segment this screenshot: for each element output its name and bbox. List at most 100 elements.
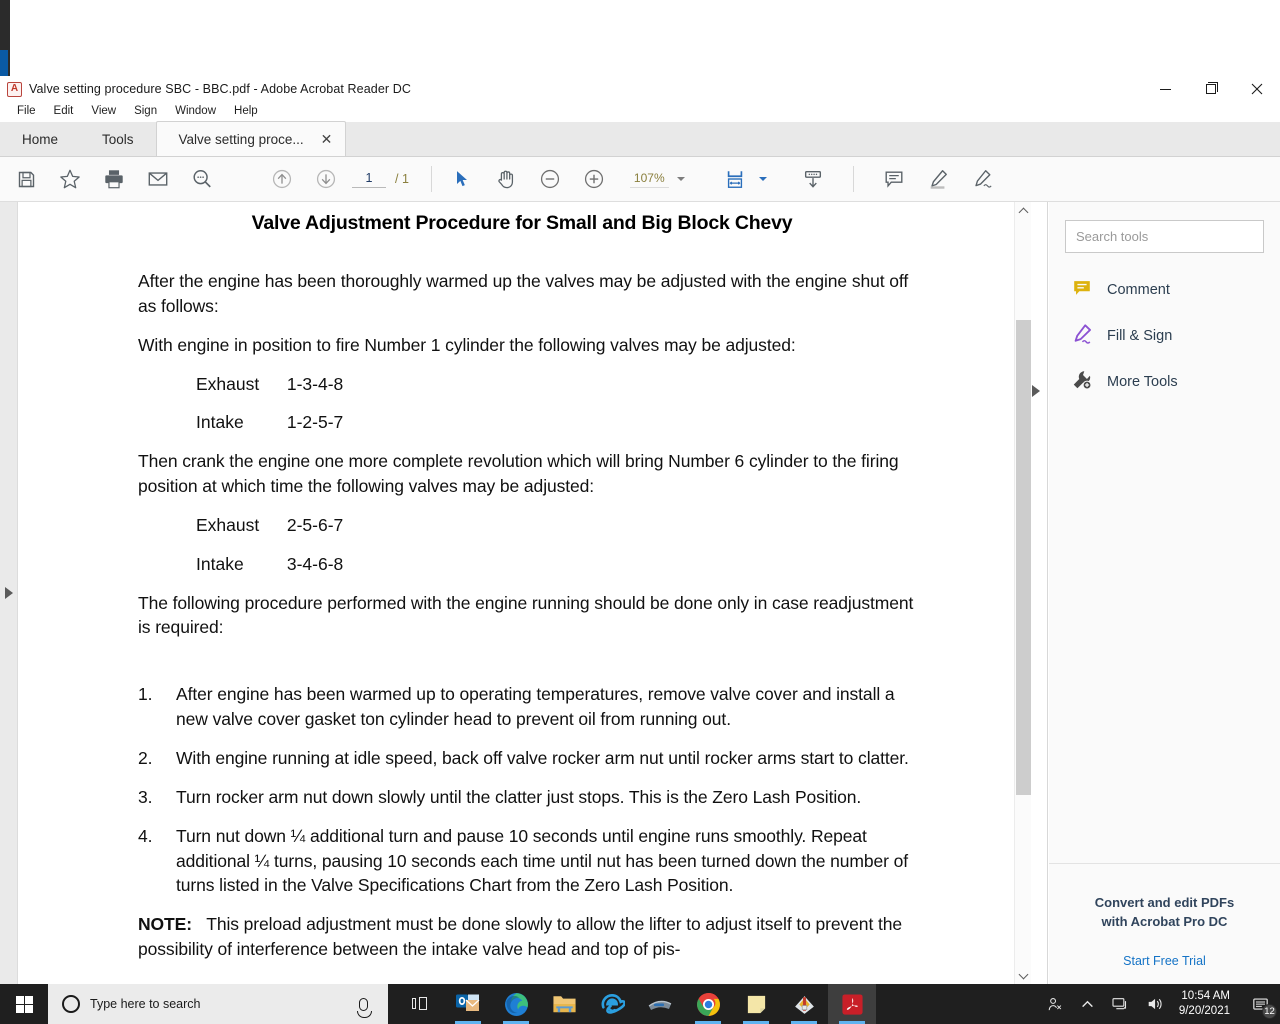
tools-item-label: Comment (1107, 282, 1170, 298)
tab-close-icon[interactable]: ✕ (318, 132, 336, 146)
tools-item-fill-and-sign[interactable]: Fill & Sign (1049, 313, 1280, 359)
menu-help[interactable]: Help (225, 104, 267, 120)
valve-label: Exhaust (196, 514, 260, 535)
start-button[interactable] (0, 984, 48, 1024)
show-hidden-icons-button[interactable] (1072, 984, 1103, 1024)
list-item: 4. Turn nut down ¼ additional turn and p… (138, 824, 914, 899)
taskbar-app-winzip[interactable] (780, 984, 828, 1024)
scanner-icon (648, 1000, 672, 1010)
add-to-favorites-button[interactable] (48, 157, 92, 201)
signature-icon (974, 170, 992, 188)
valve-label: Intake (196, 412, 244, 433)
notification-center-button[interactable]: 12 (1240, 984, 1280, 1024)
highlight-tool-button[interactable] (916, 157, 960, 201)
tab-strip: Home Tools Valve setting proce... ✕ (0, 121, 1280, 157)
taskbar-app-sticky-notes[interactable] (732, 984, 780, 1024)
main-toolbar: 1 / 1 107% (0, 157, 1280, 202)
print-button[interactable] (92, 157, 136, 201)
taskbar-app-outlook[interactable] (444, 984, 492, 1024)
valve-row: Exhaust 2-5-6-7 (138, 513, 914, 538)
people-icon (1048, 997, 1062, 1010)
scrollbar-thumb[interactable] (1016, 320, 1031, 795)
taskbar-app-scanner[interactable] (636, 984, 684, 1024)
fill-and-sign-tool-button[interactable] (960, 157, 1004, 201)
next-page-button[interactable] (304, 157, 348, 201)
print-icon (105, 170, 123, 189)
document-paragraph: After the engine has been thoroughly war… (138, 271, 909, 316)
document-paragraph: With engine in position to fire Number 1… (138, 334, 796, 355)
valve-value: 1-3-4-8 (286, 373, 344, 394)
tab-tools[interactable]: Tools (80, 122, 156, 156)
taskbar-app-microsoft-edge[interactable] (492, 984, 540, 1024)
highlighter-icon (930, 170, 947, 189)
windows-logo-icon (15, 995, 33, 1013)
list-item-number: 3. (138, 786, 153, 807)
valve-label: Intake (196, 553, 244, 574)
menu-window[interactable]: Window (166, 104, 225, 120)
select-tool-button[interactable] (440, 157, 484, 201)
microphone-icon[interactable] (357, 997, 372, 1018)
volume-button[interactable] (1138, 984, 1173, 1024)
maximize-restore-button[interactable] (1188, 76, 1234, 102)
windows-taskbar: Type here to search 10:54 AM 9/20/2021 1… (0, 984, 1280, 1024)
list-item-text: After engine has been warmed up to opera… (176, 684, 895, 730)
procedure-list: 1. After engine has been warmed up to op… (138, 682, 914, 898)
tab-document[interactable]: Valve setting proce... ✕ (155, 121, 347, 156)
scroll-down-button[interactable] (1015, 967, 1032, 984)
search-tools-input[interactable]: Search tools (1065, 220, 1264, 253)
list-item-text: Turn rocker arm nut down slowly until th… (176, 786, 862, 807)
list-item: 3. Turn rocker arm nut down slowly until… (138, 785, 914, 810)
previous-page-button[interactable] (260, 157, 304, 201)
expand-navigation-panel-icon[interactable] (5, 587, 13, 599)
list-item: 1. After engine has been warmed up to op… (138, 682, 914, 732)
find-button[interactable] (180, 157, 224, 201)
save-button[interactable] (4, 157, 48, 201)
zoom-dropdown-caret-icon[interactable] (676, 177, 685, 181)
close-button[interactable] (1234, 76, 1280, 102)
tab-tools-label: Tools (102, 131, 134, 147)
zoom-out-button[interactable] (528, 157, 572, 201)
taskbar-app-file-explorer[interactable] (540, 984, 588, 1024)
minimize-button[interactable] (1142, 76, 1188, 102)
zoom-out-icon (540, 169, 559, 189)
adobe-acrobat-icon (841, 993, 863, 1015)
fit-dropdown-caret-icon[interactable] (758, 177, 767, 181)
page-display-button[interactable] (791, 157, 835, 201)
taskbar-app-adobe-acrobat-reader[interactable] (828, 984, 876, 1024)
volume-icon (1148, 998, 1162, 1010)
menu-edit[interactable]: Edit (45, 104, 83, 120)
taskbar-app-internet-explorer[interactable] (588, 984, 636, 1024)
pdf-page[interactable]: Valve Adjustment Procedure for Small and… (19, 202, 1014, 984)
menu-view[interactable]: View (82, 104, 125, 120)
menu-file[interactable]: File (8, 104, 45, 120)
comment-icon (1071, 277, 1093, 304)
page-number-input[interactable]: 1 (352, 171, 386, 188)
system-tray: 10:54 AM 9/20/2021 12 (1037, 984, 1280, 1024)
zoom-in-button[interactable] (572, 157, 616, 201)
tools-item-comment[interactable]: Comment (1049, 267, 1280, 313)
network-button[interactable] (1103, 984, 1138, 1024)
email-button[interactable] (136, 157, 180, 201)
scroll-up-button[interactable] (1015, 202, 1032, 219)
background-window-body (10, 0, 1280, 76)
list-item-text: With engine running at idle speed, back … (176, 747, 909, 768)
fit-page-button[interactable] (713, 157, 757, 201)
taskbar-search-box[interactable]: Type here to search (48, 984, 388, 1024)
zoom-level-value[interactable]: 107% (629, 171, 669, 188)
task-view-button[interactable] (396, 984, 444, 1024)
tools-item-more-tools[interactable]: More Tools (1049, 359, 1280, 405)
save-icon (18, 171, 34, 187)
left-navigation-rail[interactable] (0, 202, 18, 984)
hand-tool-button[interactable] (484, 157, 528, 201)
app-window: A Valve setting procedure SBC - BBC.pdf … (0, 0, 1280, 1024)
taskbar-clock[interactable]: 10:54 AM 9/20/2021 (1173, 989, 1240, 1018)
people-button[interactable] (1037, 984, 1072, 1024)
document-note: NOTE: This preload adjustment must be do… (138, 912, 914, 962)
vertical-scrollbar[interactable] (1014, 202, 1031, 984)
taskbar-app-google-chrome[interactable] (684, 984, 732, 1024)
collapse-tools-panel-icon[interactable] (1032, 385, 1040, 397)
menu-sign[interactable]: Sign (125, 104, 166, 120)
comment-tool-button[interactable] (872, 157, 916, 201)
tab-home[interactable]: Home (0, 122, 80, 156)
start-free-trial-link[interactable]: Start Free Trial (1049, 954, 1280, 968)
